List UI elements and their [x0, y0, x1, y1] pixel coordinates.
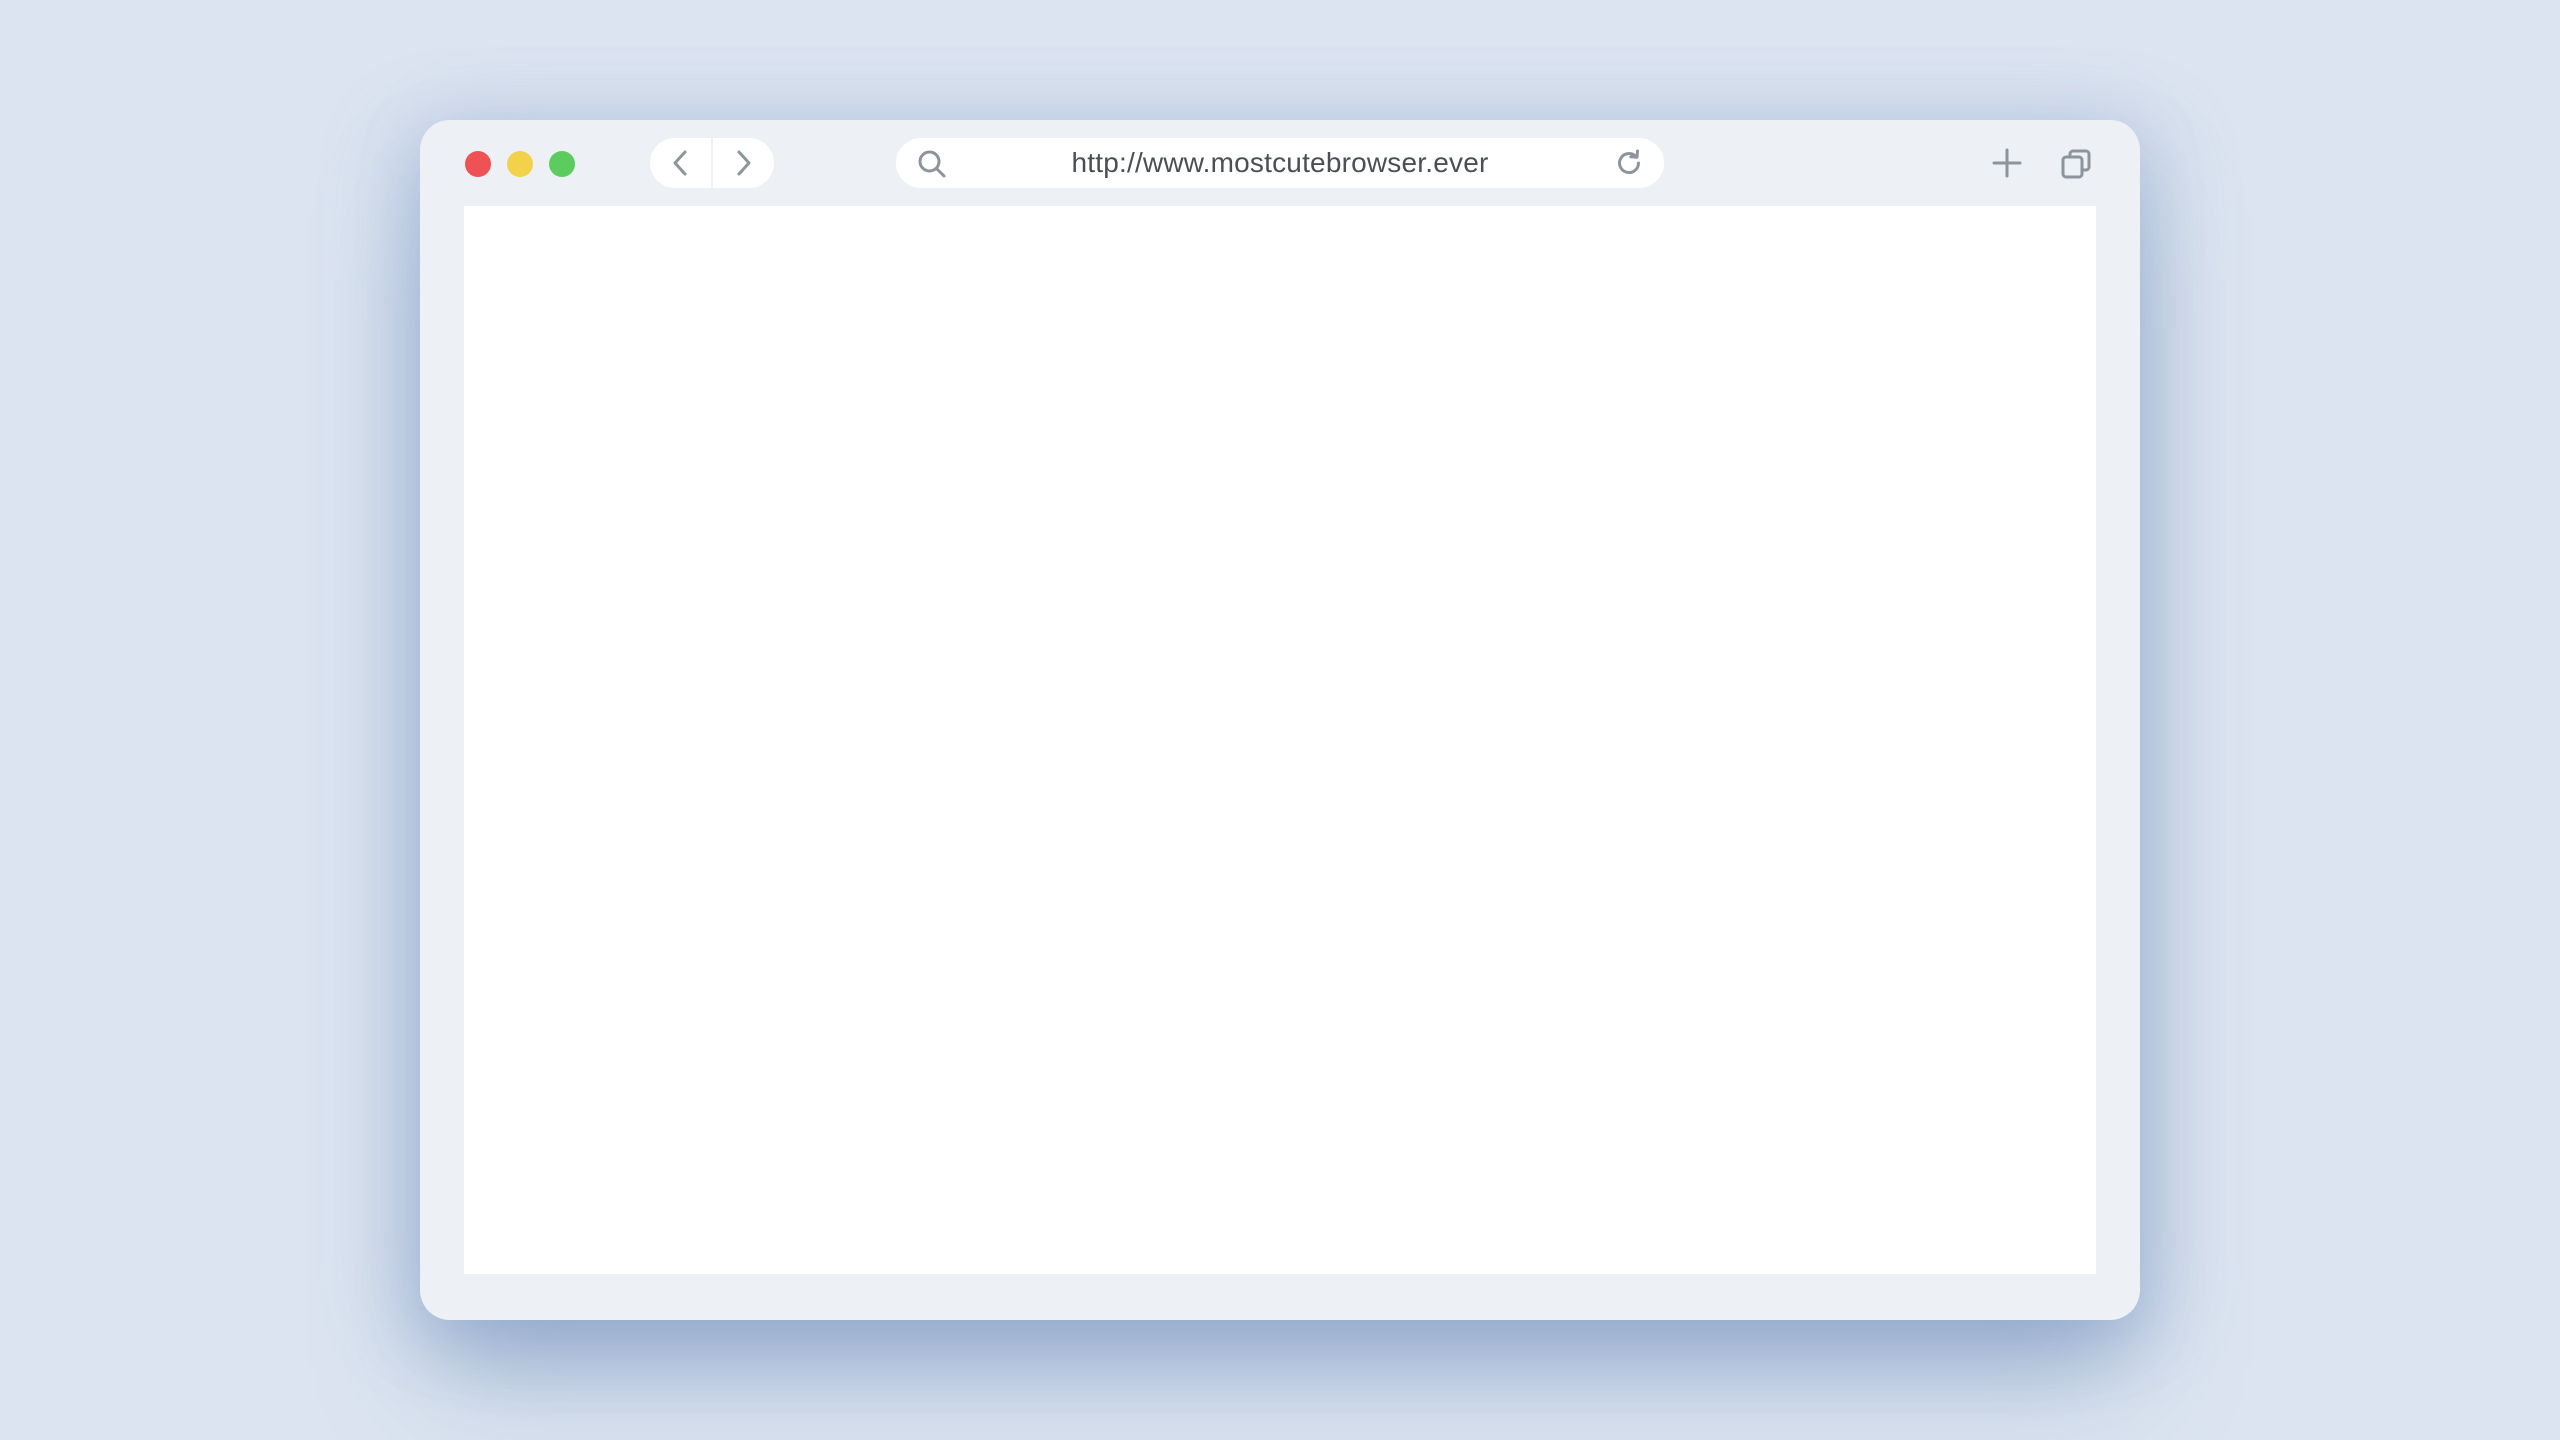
browser-window: http://www.mostcutebrowser.ever	[420, 120, 2140, 1320]
back-button[interactable]	[650, 138, 711, 188]
minimize-button[interactable]	[507, 151, 533, 177]
address-bar[interactable]: http://www.mostcutebrowser.ever	[896, 138, 1664, 188]
navigation-buttons	[650, 138, 774, 188]
chevron-right-icon	[737, 150, 751, 176]
search-icon	[918, 150, 946, 178]
close-button[interactable]	[465, 151, 491, 177]
page-content	[464, 206, 2096, 1274]
reload-icon[interactable]	[1614, 148, 1644, 178]
url-text[interactable]: http://www.mostcutebrowser.ever	[966, 138, 1594, 188]
chevron-left-icon	[673, 150, 686, 176]
forward-button[interactable]	[713, 138, 774, 188]
maximize-button[interactable]	[549, 151, 575, 177]
tabs-overview-icon[interactable]	[2060, 148, 2092, 180]
plus-icon[interactable]	[1990, 146, 2024, 180]
